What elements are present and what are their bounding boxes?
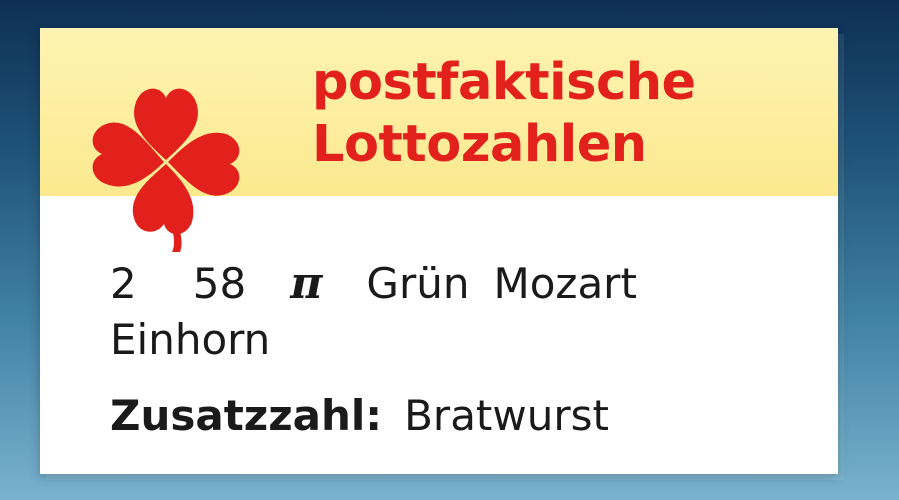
- lotto-number: 58: [192, 259, 247, 308]
- title-line-1: postfaktische: [312, 53, 696, 112]
- four-leaf-clover-icon: [92, 88, 240, 252]
- numbers-row-1: 2 58 π Grün Mozart: [110, 256, 810, 312]
- page-title: postfaktische Lottozahlen: [312, 52, 696, 176]
- lotto-card: postfaktische Lottozahlen 2 58 π Grün Mozart…: [40, 28, 838, 474]
- numbers-row-2: Einhorn: [110, 312, 810, 368]
- bonus-label: Zusatzzahl:: [110, 391, 383, 440]
- lotto-number: Einhorn: [110, 315, 271, 364]
- title-line-2: Lottozahlen: [312, 115, 647, 174]
- lotto-number: Mozart: [493, 259, 637, 308]
- lotto-number: Grün: [366, 259, 470, 308]
- lotto-numbers: 2 58 π Grün Mozart Einhorn: [110, 256, 810, 368]
- lotto-number: π: [290, 258, 323, 309]
- bonus-number: Zusatzzahl: Bratwurst: [110, 388, 609, 444]
- bonus-value: Bratwurst: [404, 391, 609, 440]
- lotto-number: 2: [110, 259, 137, 308]
